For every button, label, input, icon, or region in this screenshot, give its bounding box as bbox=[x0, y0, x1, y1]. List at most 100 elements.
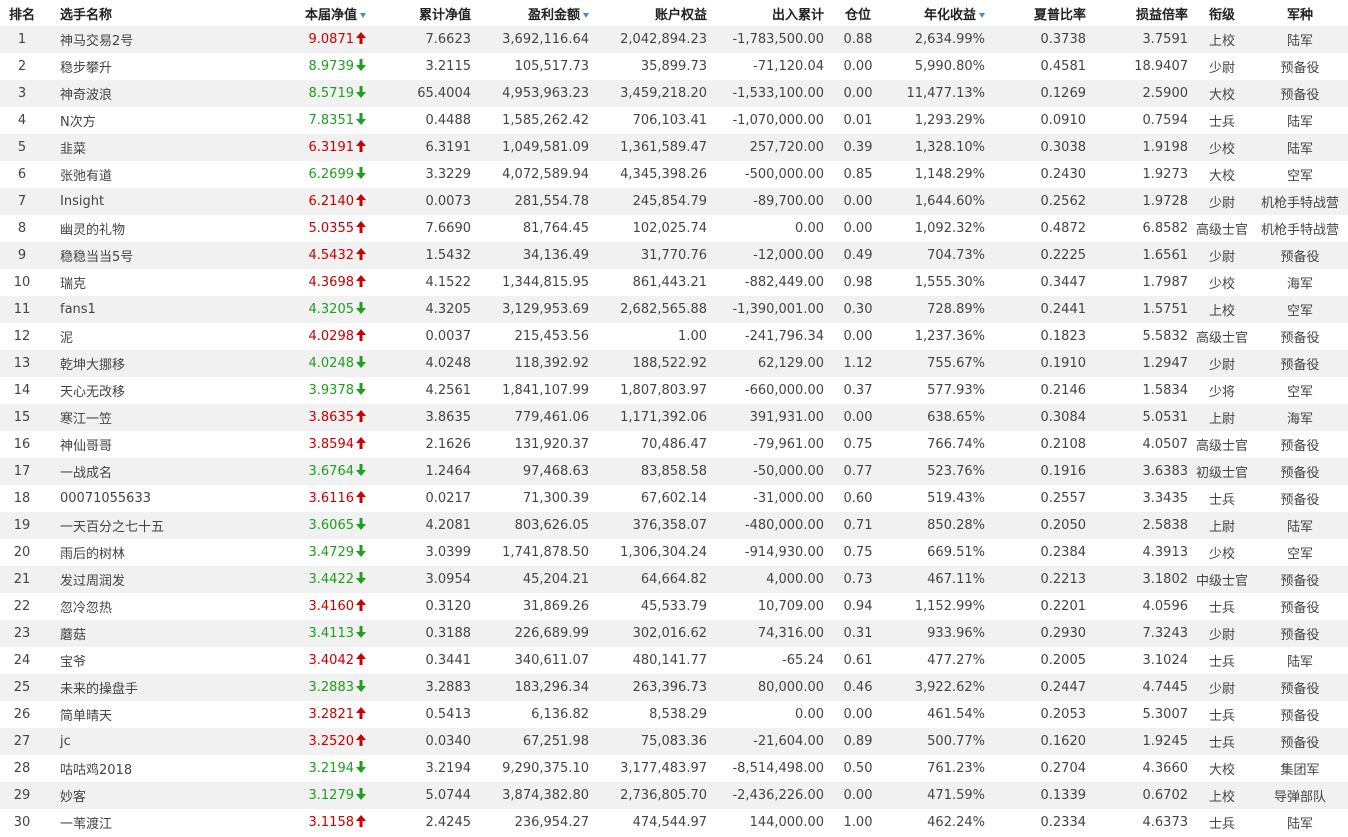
cell-name[interactable]: 一战成名 bbox=[44, 458, 242, 485]
cell-nav: 3.1158 bbox=[242, 809, 370, 836]
header-rank[interactable]: 排名 bbox=[0, 0, 44, 26]
cell-name[interactable]: 稳步攀升 bbox=[44, 53, 242, 80]
cell-sharpe: 0.2930 bbox=[989, 620, 1090, 647]
cell-name[interactable]: 妙客 bbox=[44, 782, 242, 809]
cell-name[interactable]: 00071055633 bbox=[44, 485, 242, 512]
cell-name[interactable]: 宝爷 bbox=[44, 647, 242, 674]
header-position[interactable]: 仓位 bbox=[828, 0, 888, 26]
table-row[interactable]: 19 一天百分之七十五 3.6065 4.2081 803,626.05 376,358.… bbox=[0, 512, 1348, 539]
cell-title: 士兵 bbox=[1192, 701, 1252, 728]
cell-name[interactable]: 神仙哥哥 bbox=[44, 431, 242, 458]
table-row[interactable]: 27 jc 3.2520 0.0340 67,251.98 75,083.36 -21,60… bbox=[0, 728, 1348, 755]
table-row[interactable]: 12 泥 4.0298 0.0037 215,453.56 1.00 -241,796.34… bbox=[0, 323, 1348, 350]
cell-name[interactable]: 雨后的树林 bbox=[44, 539, 242, 566]
cell-name[interactable]: 发过周润发 bbox=[44, 566, 242, 593]
cell-name[interactable]: 未来的操盘手 bbox=[44, 674, 242, 701]
table-row[interactable]: 8 幽灵的礼物 5.0355 7.6690 81,764.45 102,025.74 0.0… bbox=[0, 215, 1348, 242]
cell-flow: -480,000.00 bbox=[711, 512, 828, 539]
cell-name[interactable]: 一天百分之七十五 bbox=[44, 512, 242, 539]
cell-title: 高级士官 bbox=[1192, 215, 1252, 242]
cell-position: 0.94 bbox=[828, 593, 888, 620]
cell-rank: 6 bbox=[0, 161, 44, 188]
table-row[interactable]: 25 未来的操盘手 3.2883 3.2883 183,296.34 263,396.73… bbox=[0, 674, 1348, 701]
cell-profit: 1,741,878.50 bbox=[475, 539, 593, 566]
header-title[interactable]: 衔级 bbox=[1192, 0, 1252, 26]
table-row[interactable]: 6 张弛有道 6.2699 3.3229 4,072,589.94 4,345,398.2… bbox=[0, 161, 1348, 188]
cell-name[interactable]: 韭菜 bbox=[44, 134, 242, 161]
table-row[interactable]: 21 发过周润发 3.4422 3.0954 45,204.21 64,664.82 4,0… bbox=[0, 566, 1348, 593]
table-row[interactable]: 18 00071055633 3.6116 0.0217 71,300.39 67,602… bbox=[0, 485, 1348, 512]
cell-name[interactable]: 泥 bbox=[44, 323, 242, 350]
cell-name[interactable]: 寒江一笠 bbox=[44, 404, 242, 431]
header-sharpe[interactable]: 夏普比率 bbox=[989, 0, 1090, 26]
table-row[interactable]: 14 天心无改移 3.9378 4.2561 1,841,107.99 1,807,803… bbox=[0, 377, 1348, 404]
table-row[interactable]: 28 咕咕鸡2018 3.2194 3.2194 9,290,375.10 3,177,4… bbox=[0, 755, 1348, 782]
cell-name[interactable]: 忽冷忽热 bbox=[44, 593, 242, 620]
cell-pl-ratio: 3.3435 bbox=[1090, 485, 1192, 512]
cell-name[interactable]: 乾坤大挪移 bbox=[44, 350, 242, 377]
header-name[interactable]: 选手名称 bbox=[44, 0, 242, 26]
cell-name[interactable]: 一苇渡江 bbox=[44, 809, 242, 836]
cell-name[interactable]: 简单晴天 bbox=[44, 701, 242, 728]
table-row[interactable]: 7 Insight 6.2140 0.0073 281,554.78 245,854.79… bbox=[0, 188, 1348, 215]
sort-desc-icon[interactable] bbox=[360, 12, 366, 18]
table-row[interactable]: 11 fans1 4.3205 4.3205 3,129,953.69 2,682,565… bbox=[0, 296, 1348, 323]
cell-sharpe: 0.0910 bbox=[989, 107, 1090, 134]
cell-nav: 3.1279 bbox=[242, 782, 370, 809]
header-cum-nav[interactable]: 累计净值 bbox=[370, 0, 475, 26]
table-row[interactable]: 15 寒江一笠 3.8635 3.8635 779,461.06 1,171,392.06… bbox=[0, 404, 1348, 431]
cell-name[interactable]: 稳稳当当5号 bbox=[44, 242, 242, 269]
cell-name[interactable]: 张弛有道 bbox=[44, 161, 242, 188]
cell-equity: 75,083.36 bbox=[593, 728, 711, 755]
cell-name[interactable]: 天心无改移 bbox=[44, 377, 242, 404]
cell-name[interactable]: 瑞克 bbox=[44, 269, 242, 296]
table-row[interactable]: 3 神奇波浪 8.5719 65.4004 4,953,963.23 3,459,218.… bbox=[0, 80, 1348, 107]
table-row[interactable]: 5 韭菜 6.3191 6.3191 1,049,581.09 1,361,589.47 2… bbox=[0, 134, 1348, 161]
table-row[interactable]: 1 神马交易2号 9.0871 7.6623 3,692,116.64 2,042,894… bbox=[0, 26, 1348, 53]
table-row[interactable]: 29 妙客 3.1279 5.0744 3,874,382.80 2,736,805.70… bbox=[0, 782, 1348, 809]
header-profit[interactable]: 盈利金额 bbox=[475, 0, 593, 26]
table-row[interactable]: 13 乾坤大挪移 4.0248 4.0248 118,392.92 188,522.92 6… bbox=[0, 350, 1348, 377]
header-equity[interactable]: 账户权益 bbox=[593, 0, 711, 26]
header-annual[interactable]: 年化收益 bbox=[888, 0, 989, 26]
table-row[interactable]: 24 宝爷 3.4042 0.3441 340,611.07 480,141.77 -65.… bbox=[0, 647, 1348, 674]
table-row[interactable]: 26 简单晴天 3.2821 0.5413 6,136.82 8,538.29 0.00 0.… bbox=[0, 701, 1348, 728]
cell-name[interactable]: fans1 bbox=[44, 296, 242, 323]
cell-flow: -79,961.00 bbox=[711, 431, 828, 458]
table-row[interactable]: 9 稳稳当当5号 4.5432 1.5432 34,136.49 31,770.76 -12… bbox=[0, 242, 1348, 269]
cell-sharpe: 0.1823 bbox=[989, 323, 1090, 350]
cell-rank: 16 bbox=[0, 431, 44, 458]
cell-annual: 2,634.99% bbox=[888, 26, 989, 53]
cell-name[interactable]: jc bbox=[44, 728, 242, 755]
cell-name[interactable]: 神奇波浪 bbox=[44, 80, 242, 107]
header-flow[interactable]: 出入累计 bbox=[711, 0, 828, 26]
table-row[interactable]: 10 瑞克 4.3698 4.1522 1,344,815.95 861,443.21 -8… bbox=[0, 269, 1348, 296]
table-row[interactable]: 2 稳步攀升 8.9739 3.2115 105,517.73 35,899.73 -71,… bbox=[0, 53, 1348, 80]
cell-name[interactable]: 咕咕鸡2018 bbox=[44, 755, 242, 782]
cell-name[interactable]: 蘑菇 bbox=[44, 620, 242, 647]
cell-nav: 8.5719 bbox=[242, 80, 370, 107]
table-row[interactable]: 16 神仙哥哥 3.8594 2.1626 131,920.37 70,486.47 -79… bbox=[0, 431, 1348, 458]
table-row[interactable]: 4 N次方 7.8351 0.4488 1,585,262.42 706,103.41 -1… bbox=[0, 107, 1348, 134]
cell-cum-nav: 6.3191 bbox=[370, 134, 475, 161]
table-row[interactable]: 17 一战成名 3.6764 1.2464 97,468.63 83,858.58 -50,… bbox=[0, 458, 1348, 485]
cell-rank: 2 bbox=[0, 53, 44, 80]
cell-position: 0.77 bbox=[828, 458, 888, 485]
table-row[interactable]: 30 一苇渡江 3.1158 2.4245 236,954.27 474,544.97 14… bbox=[0, 809, 1348, 836]
cell-sharpe: 0.2005 bbox=[989, 647, 1090, 674]
cell-name[interactable]: Insight bbox=[44, 188, 242, 215]
header-branch[interactable]: 军种 bbox=[1252, 0, 1348, 26]
header-cum-nav-label: 累计净值 bbox=[418, 7, 471, 23]
sort-desc-icon[interactable] bbox=[583, 12, 589, 18]
table-row[interactable]: 20 雨后的树林 3.4729 3.0399 1,741,878.50 1,306,304… bbox=[0, 539, 1348, 566]
sort-desc-icon[interactable] bbox=[979, 12, 985, 18]
cell-annual: 761.23% bbox=[888, 755, 989, 782]
table-row[interactable]: 22 忽冷忽热 3.4160 0.3120 31,869.26 45,533.79 10,7… bbox=[0, 593, 1348, 620]
cell-name[interactable]: N次方 bbox=[44, 107, 242, 134]
table-row[interactable]: 23 蘑菇 3.4113 0.3188 226,689.99 302,016.62 74,3… bbox=[0, 620, 1348, 647]
cell-title: 士兵 bbox=[1192, 593, 1252, 620]
header-nav[interactable]: 本届净值 bbox=[242, 0, 370, 26]
cell-name[interactable]: 神马交易2号 bbox=[44, 26, 242, 53]
header-pl-ratio[interactable]: 损益倍率 bbox=[1090, 0, 1192, 26]
cell-name[interactable]: 幽灵的礼物 bbox=[44, 215, 242, 242]
